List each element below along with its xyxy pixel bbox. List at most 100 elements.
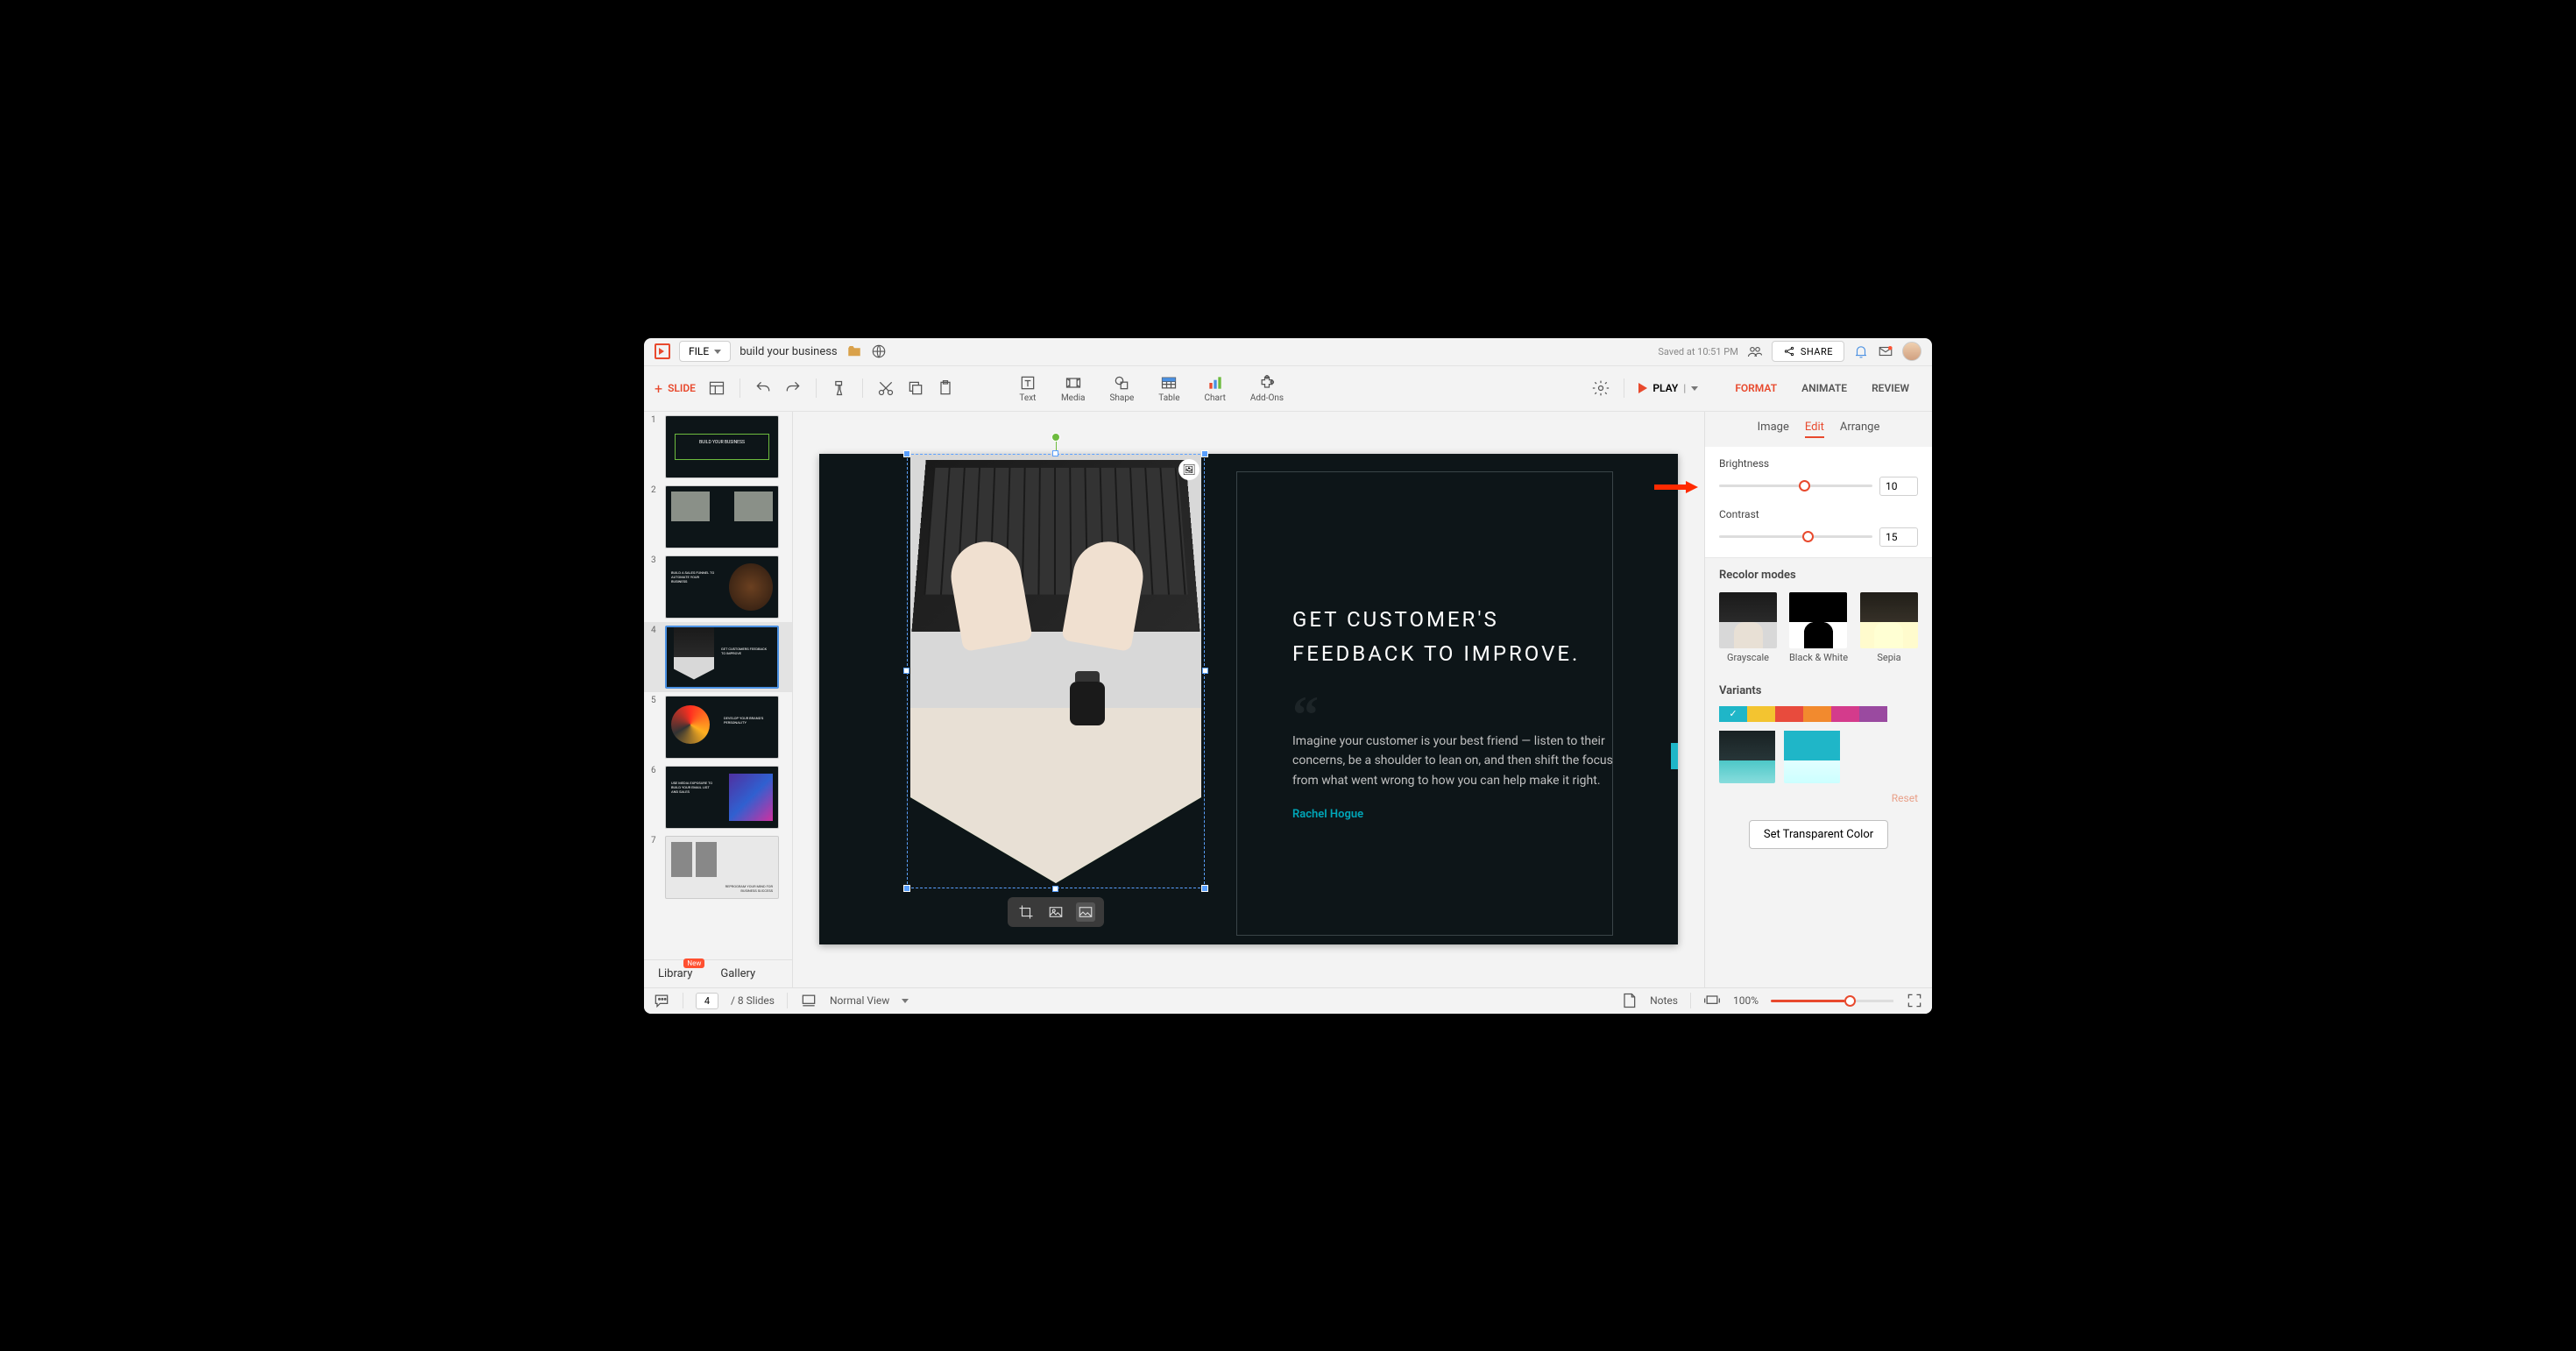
slide-headline[interactable]: GET CUSTOMER'S FEEDBACK TO IMPROVE.: [1292, 603, 1625, 672]
chevron-down-icon[interactable]: [902, 999, 909, 1003]
recolor-section: Recolor modes Grayscale Black & White Se…: [1705, 558, 1932, 674]
variants-reset[interactable]: Reset: [1719, 792, 1918, 804]
cut-icon[interactable]: [877, 379, 895, 397]
chevron-down-icon: [714, 350, 721, 354]
redo-icon[interactable]: [784, 379, 802, 397]
paste-icon[interactable]: [937, 379, 954, 397]
chevron-down-icon[interactable]: [1691, 386, 1698, 391]
slide-thumbnail[interactable]: 5DEVELOP YOUR BRAND'S PERSONALITY: [644, 692, 792, 762]
copy-icon[interactable]: [907, 379, 924, 397]
insert-text-button[interactable]: Text: [1019, 374, 1037, 403]
subtab-image[interactable]: Image: [1758, 421, 1789, 438]
settings-icon[interactable]: [1592, 379, 1610, 397]
resize-handle[interactable]: [1201, 450, 1208, 457]
slide-canvas[interactable]: 🖼: [819, 454, 1678, 944]
slide-thumbnail[interactable]: 3BUILD A SALES FUNNEL TO AUTOMATE YOUR B…: [644, 552, 792, 622]
collaborators-icon[interactable]: [1747, 343, 1763, 359]
file-menu-button[interactable]: FILE: [679, 341, 731, 362]
folder-icon[interactable]: [846, 343, 862, 359]
resize-handle[interactable]: [1201, 885, 1208, 892]
view-mode-label[interactable]: Normal View: [830, 994, 889, 1007]
brightness-label: Brightness: [1719, 457, 1918, 470]
topbar: FILE build your business Saved at 10:51 …: [644, 338, 1932, 366]
insert-tools: Text Media Shape Table Chart Add-Ons: [1019, 374, 1284, 403]
slide-thumbnail[interactable]: 1BUILD YOUR BUSINESS: [644, 412, 792, 482]
insert-table-button[interactable]: Table: [1158, 374, 1179, 403]
fit-icon[interactable]: [1703, 992, 1721, 1009]
tab-animate[interactable]: ANIMATE: [1789, 377, 1859, 400]
slide-thumbnail[interactable]: 2: [644, 482, 792, 552]
resize-handle[interactable]: [903, 450, 910, 457]
tab-format[interactable]: FORMAT: [1723, 377, 1789, 400]
bell-icon[interactable]: [1853, 343, 1869, 359]
contrast-input[interactable]: [1879, 527, 1918, 547]
crop-icon[interactable]: [1016, 902, 1036, 922]
mail-icon[interactable]: [1878, 343, 1893, 359]
tab-review[interactable]: REVIEW: [1859, 377, 1921, 400]
current-slide-input[interactable]: [696, 993, 718, 1009]
document-title[interactable]: build your business: [740, 345, 837, 358]
variant-swatch[interactable]: [1775, 706, 1803, 722]
recolor-sepia[interactable]: Sepia: [1860, 592, 1918, 663]
variant-swatch[interactable]: [1747, 706, 1775, 722]
resize-handle[interactable]: [1052, 450, 1058, 456]
slide-text-block: GET CUSTOMER'S FEEDBACK TO IMPROVE. “ Im…: [1292, 603, 1625, 821]
notes-label[interactable]: Notes: [1650, 994, 1678, 1007]
resize-handle[interactable]: [1052, 886, 1058, 892]
recolor-bw[interactable]: Black & White: [1789, 592, 1848, 663]
format-painter-icon[interactable]: [831, 379, 848, 397]
share-button[interactable]: SHARE: [1772, 341, 1844, 362]
globe-icon[interactable]: [871, 343, 887, 359]
recolor-grayscale[interactable]: Grayscale: [1719, 592, 1777, 663]
gallery-tab[interactable]: Gallery: [706, 960, 769, 987]
slide-thumbnail[interactable]: 4GET CUSTOMERS FEEDBACK TO IMPROVE: [644, 622, 792, 692]
insert-shape-button[interactable]: Shape: [1109, 374, 1134, 403]
insert-chart-button[interactable]: Chart: [1205, 374, 1226, 403]
image-floating-toolbar: [1008, 897, 1104, 927]
subtab-arrange[interactable]: Arrange: [1840, 421, 1879, 438]
comments-icon[interactable]: [653, 992, 670, 1009]
variant-swatch[interactable]: [1859, 706, 1887, 722]
brightness-input[interactable]: [1879, 477, 1918, 496]
main-toolbar: + SLIDE Text Media Shape Table Chart Add…: [644, 366, 1932, 412]
selected-image[interactable]: 🖼: [907, 454, 1205, 888]
resize-handle[interactable]: [1202, 668, 1208, 674]
slide-thumbnail[interactable]: 7REPROGRAM YOUR MIND FOR BUSINESS SUCCES…: [644, 832, 792, 902]
fullscreen-icon[interactable]: [1906, 992, 1923, 1009]
variant-preview[interactable]: [1719, 731, 1775, 783]
set-transparent-color-button[interactable]: Set Transparent Color: [1749, 820, 1888, 849]
undo-icon[interactable]: [754, 379, 772, 397]
variant-swatch[interactable]: [1831, 706, 1859, 722]
zoom-slider[interactable]: [1771, 1000, 1893, 1002]
slide-author[interactable]: Rachel Hogue: [1292, 808, 1625, 821]
layout-icon[interactable]: [708, 379, 725, 397]
brightness-slider[interactable]: [1719, 485, 1872, 487]
brightness-section: Brightness Contrast: [1705, 447, 1932, 558]
image-mask-icon[interactable]: [1076, 902, 1095, 922]
variant-preview[interactable]: [1784, 731, 1840, 783]
user-avatar[interactable]: [1902, 342, 1921, 361]
contrast-slider[interactable]: [1719, 535, 1872, 538]
slide-body[interactable]: Imagine your customer is your best frien…: [1292, 732, 1625, 790]
notes-icon[interactable]: [1620, 992, 1638, 1009]
library-tab[interactable]: LibraryNew: [644, 960, 706, 987]
annotation-arrow-icon: [1654, 481, 1698, 493]
variant-color-swatches: [1719, 706, 1918, 722]
view-mode-icon[interactable]: [800, 992, 817, 1009]
subtab-edit[interactable]: Edit: [1805, 421, 1824, 438]
image-icon[interactable]: [1046, 902, 1065, 922]
format-panel: Image Edit Arrange Brightness Contrast R…: [1704, 412, 1932, 987]
insert-media-button[interactable]: Media: [1061, 374, 1086, 403]
slide-thumbnail[interactable]: 6USE MEDIA EXPOSURE TO BUILD YOUR EMAIL …: [644, 762, 792, 832]
variant-swatch[interactable]: [1719, 706, 1747, 722]
play-button[interactable]: PLAY |: [1638, 382, 1698, 394]
rotate-handle[interactable]: [1051, 433, 1060, 442]
contrast-label: Contrast: [1719, 508, 1918, 520]
play-icon: [1638, 383, 1647, 393]
variant-swatch[interactable]: [1803, 706, 1831, 722]
insert-addons-button[interactable]: Add-Ons: [1250, 374, 1284, 403]
resize-handle[interactable]: [903, 668, 909, 674]
status-bar: / 8 Slides Normal View Notes 100%: [644, 987, 1932, 1014]
new-slide-button[interactable]: + SLIDE: [655, 380, 696, 397]
resize-handle[interactable]: [903, 885, 910, 892]
